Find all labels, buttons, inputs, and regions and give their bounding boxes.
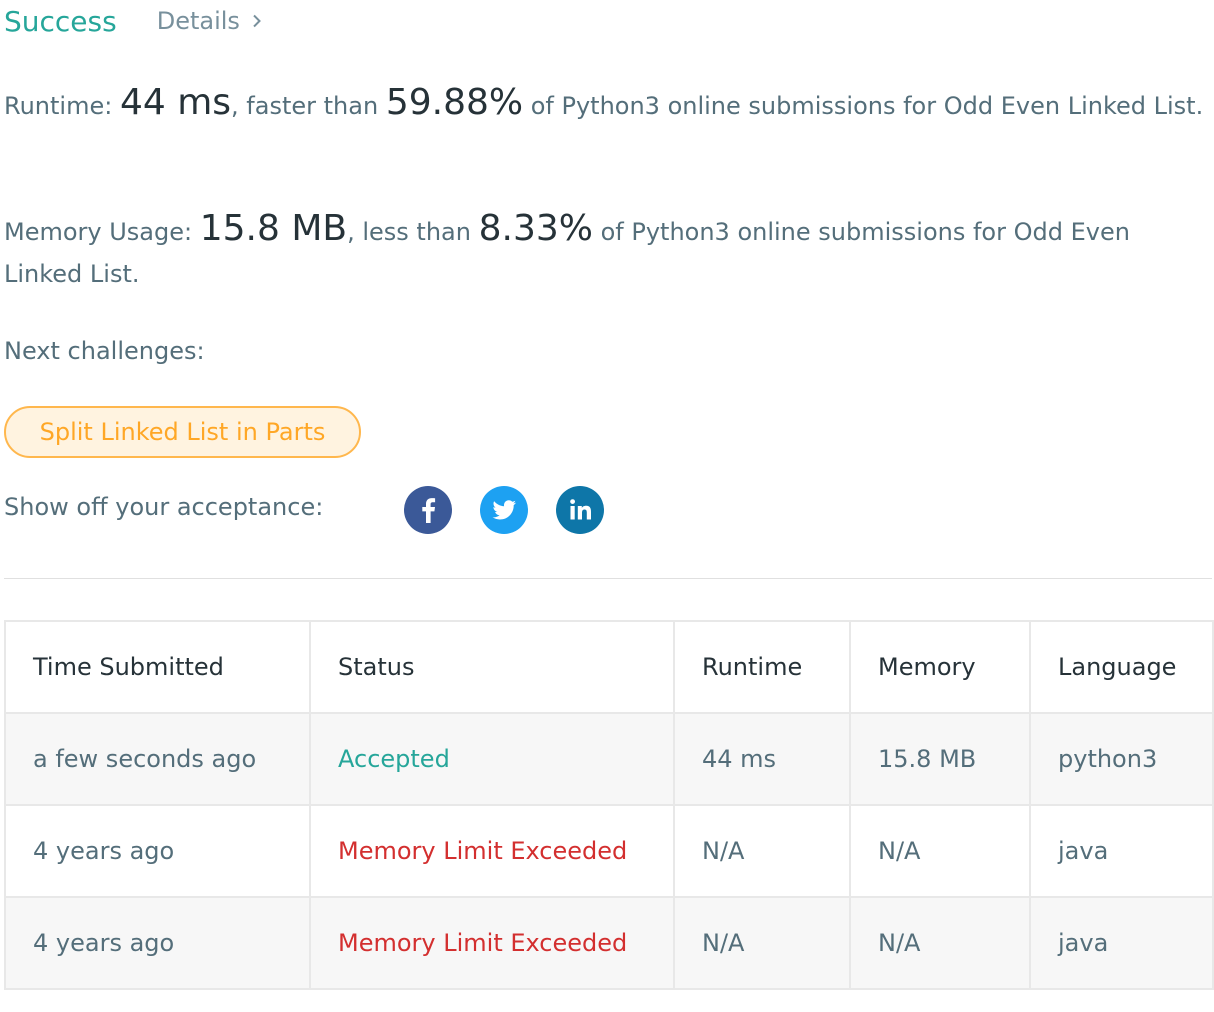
runtime-stat: Runtime: 44 ms, faster than 59.88% of Py…: [4, 82, 1209, 127]
table-row: 4 years ago Memory Limit Exceeded N/A N/…: [4, 896, 1214, 990]
next-challenges-label: Next challenges:: [4, 337, 205, 365]
table-row: a few seconds ago Accepted 44 ms 15.8 MB…: [4, 712, 1214, 806]
facebook-icon: [422, 498, 436, 523]
memory-stat: Memory Usage: 15.8 MB, less than 8.33% o…: [4, 208, 1209, 295]
runtime-percentile: 59.88%: [385, 82, 524, 123]
memory-label: Memory Usage:: [4, 218, 200, 246]
cell-runtime: N/A: [673, 896, 851, 990]
twitter-share-button[interactable]: [480, 486, 528, 534]
runtime-label: Runtime:: [4, 92, 120, 120]
table-header-row: Time Submitted Status Runtime Memory Lan…: [4, 620, 1214, 714]
runtime-comparison: , faster than: [231, 92, 386, 120]
runtime-value: 44 ms: [119, 82, 232, 123]
share-label: Show off your acceptance:: [4, 493, 324, 521]
cell-language: python3: [1029, 712, 1214, 806]
memory-value: 15.8 MB: [199, 208, 348, 249]
memory-comparison: , less than: [347, 218, 479, 246]
cell-status-link[interactable]: Accepted: [309, 712, 675, 806]
challenge-button-split-linked-list[interactable]: Split Linked List in Parts: [4, 406, 361, 458]
cell-time-submitted: 4 years ago: [4, 804, 311, 898]
cell-time-submitted: a few seconds ago: [4, 712, 311, 806]
column-header-time-submitted[interactable]: Time Submitted: [4, 620, 311, 714]
column-header-runtime[interactable]: Runtime: [673, 620, 851, 714]
result-header: Success Details: [4, 0, 262, 42]
facebook-share-button[interactable]: [404, 486, 452, 534]
details-link[interactable]: Details: [157, 7, 262, 35]
cell-language: java: [1029, 804, 1214, 898]
cell-language: java: [1029, 896, 1214, 990]
section-divider: [4, 578, 1212, 579]
cell-runtime: N/A: [673, 804, 851, 898]
linkedin-share-button[interactable]: [556, 486, 604, 534]
table-row: 4 years ago Memory Limit Exceeded N/A N/…: [4, 804, 1214, 898]
submissions-table: Time Submitted Status Runtime Memory Lan…: [4, 620, 1214, 990]
column-header-language[interactable]: Language: [1029, 620, 1214, 714]
cell-memory: N/A: [849, 896, 1031, 990]
runtime-suffix: of Python3 online submissions for Odd Ev…: [523, 92, 1204, 120]
linkedin-icon: [570, 499, 591, 520]
column-header-status[interactable]: Status: [309, 620, 675, 714]
cell-status-link[interactable]: Memory Limit Exceeded: [309, 896, 675, 990]
column-header-memory[interactable]: Memory: [849, 620, 1031, 714]
cell-memory: N/A: [849, 804, 1031, 898]
result-status: Success: [4, 4, 117, 38]
cell-memory: 15.8 MB: [849, 712, 1031, 806]
memory-percentile: 8.33%: [478, 208, 593, 249]
twitter-icon: [492, 500, 516, 520]
details-label: Details: [156, 7, 240, 35]
cell-status-link[interactable]: Memory Limit Exceeded: [309, 804, 675, 898]
chevron-right-icon: [253, 14, 261, 28]
cell-runtime: 44 ms: [673, 712, 851, 806]
cell-time-submitted: 4 years ago: [4, 896, 311, 990]
